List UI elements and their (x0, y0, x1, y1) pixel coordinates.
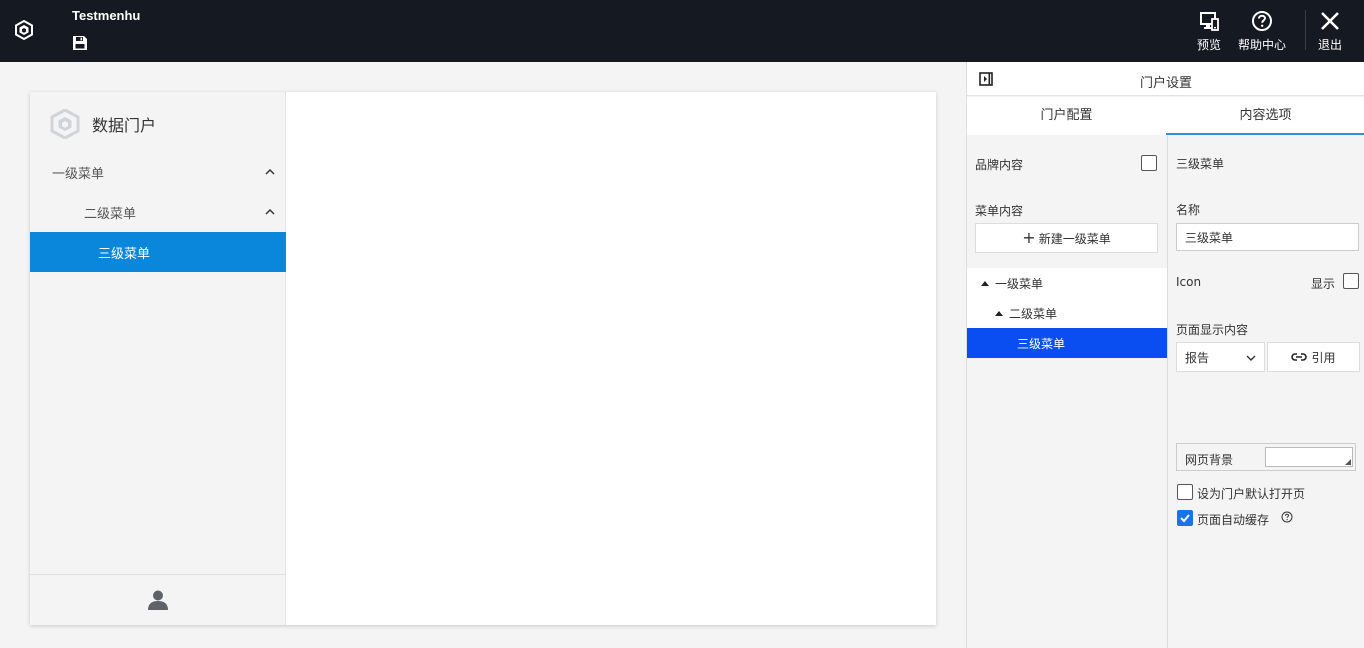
selected-menu-header: 三级菜单 (1176, 157, 1225, 171)
portal-footer (30, 574, 286, 625)
icon-label: Icon (1176, 275, 1202, 289)
portal-brand: 数据门户 (50, 108, 156, 140)
preview-button[interactable]: 预览 (1193, 10, 1225, 54)
help-circle-icon[interactable] (1281, 511, 1293, 523)
page-content-label: 页面显示内容 (1176, 323, 1249, 337)
reference-button[interactable]: 引用 (1267, 342, 1360, 372)
caret-up-icon[interactable] (995, 310, 1003, 316)
tree-item-level3[interactable]: 三级菜单 (967, 328, 1167, 358)
new-level1-menu-button[interactable]: + 新建一级菜单 (975, 223, 1158, 253)
portal-menu-level2[interactable]: 二级菜单 (30, 192, 286, 232)
tree-item-level2[interactable]: 二级菜单 (967, 298, 1167, 328)
panel-tabs: 门户配置 内容选项 (967, 97, 1364, 135)
help-center-label: 帮助中心 (1237, 38, 1286, 52)
brand-content-checkbox[interactable] (1141, 155, 1157, 171)
close-icon (1321, 12, 1339, 30)
tree-item-level2-label: 二级菜单 (1009, 306, 1058, 321)
monitor-icon (1200, 12, 1219, 31)
portal-menu-level1-label: 一级菜单 (52, 166, 105, 182)
chevron-up-icon (265, 208, 275, 215)
user-icon[interactable] (147, 589, 169, 611)
auto-cache-label: 页面自动缓存 (1197, 513, 1270, 527)
panel-title: 门户设置 (1139, 76, 1192, 91)
new-level1-menu-label: 新建一级菜单 (1038, 231, 1111, 246)
exit-button[interactable]: 退出 (1314, 10, 1346, 54)
portal-canvas: 数据门户 一级菜单 二级菜单 三级菜单 (0, 62, 966, 648)
reference-label: 引用 (1311, 350, 1336, 365)
checkmark-icon (1180, 514, 1190, 523)
brand-content-label: 品牌内容 (975, 158, 1024, 172)
menu-content-label: 菜单内容 (975, 204, 1024, 218)
portal-menu-level2-label: 二级菜单 (84, 206, 137, 222)
caret-up-icon[interactable] (981, 280, 989, 286)
chevron-down-icon (1246, 355, 1256, 361)
link-icon (1291, 353, 1308, 361)
portal-menu-level3[interactable]: 三级菜单 (30, 232, 286, 272)
tree-item-level1[interactable]: 一级菜单 (967, 268, 1167, 298)
background-color-swatch[interactable] (1265, 447, 1353, 467)
portal-menu-level1[interactable]: 一级菜单 (30, 152, 286, 192)
default-page-label: 设为门户默认打开页 (1197, 487, 1306, 501)
help-center-button[interactable]: 帮助中心 (1235, 10, 1289, 54)
show-icon-label: 显示 (1311, 277, 1336, 291)
portal-brand-name: 数据门户 (92, 116, 157, 135)
portal-menu-level3-label: 三级菜单 (98, 246, 151, 262)
help-circle-icon (1252, 11, 1272, 31)
tab-content-options[interactable]: 内容选项 (1166, 97, 1364, 135)
portal-logo-icon (15, 20, 33, 40)
preview-label: 预览 (1196, 38, 1221, 52)
tab-portal-config[interactable]: 门户配置 (967, 97, 1166, 135)
plus-icon: + (1022, 228, 1036, 247)
topbar-divider (1305, 10, 1306, 50)
auto-cache-checkbox[interactable] (1177, 510, 1193, 526)
settings-panel: 门户设置 门户配置 内容选项 品牌内容 菜单内容 + 新建一级菜单 一级菜单 二… (966, 62, 1364, 648)
name-input[interactable]: 三级菜单 (1176, 223, 1359, 251)
name-input-value: 三级菜单 (1185, 230, 1234, 245)
app-title: Testmenhu (72, 8, 141, 23)
menu-tree: 一级菜单 二级菜单 三级菜单 (967, 268, 1167, 358)
portal-brand-logo-icon (50, 109, 80, 139)
menu-structure-column: 品牌内容 菜单内容 + 新建一级菜单 一级菜单 二级菜单 三级菜单 (967, 135, 1167, 648)
show-icon-checkbox[interactable] (1343, 273, 1359, 289)
dropdown-corner-icon (1345, 459, 1351, 465)
exit-label: 退出 (1317, 38, 1342, 52)
portal-preview: 数据门户 一级菜单 二级菜单 三级菜单 (30, 92, 936, 625)
page-background-label: 网页背景 (1185, 453, 1234, 467)
panel-header: 门户设置 (967, 62, 1364, 96)
content-type-value: 报告 (1185, 350, 1210, 365)
tree-item-level3-label: 三级菜单 (1017, 336, 1066, 351)
chevron-up-icon (265, 168, 275, 175)
page-background-field: 网页背景 (1176, 443, 1356, 471)
name-label: 名称 (1176, 203, 1201, 217)
tree-item-level1-label: 一级菜单 (995, 276, 1044, 291)
default-page-checkbox[interactable] (1177, 484, 1193, 500)
menu-properties-column: 三级菜单 名称 三级菜单 Icon 显示 页面显示内容 报告 引用 网页背景 设… (1167, 135, 1364, 648)
content-type-select[interactable]: 报告 (1176, 342, 1265, 372)
save-icon[interactable] (71, 34, 89, 52)
portal-sidebar: 数据门户 一级菜单 二级菜单 三级菜单 (30, 92, 286, 625)
top-bar: Testmenhu 预览 帮助中心 退出 (0, 0, 1364, 62)
